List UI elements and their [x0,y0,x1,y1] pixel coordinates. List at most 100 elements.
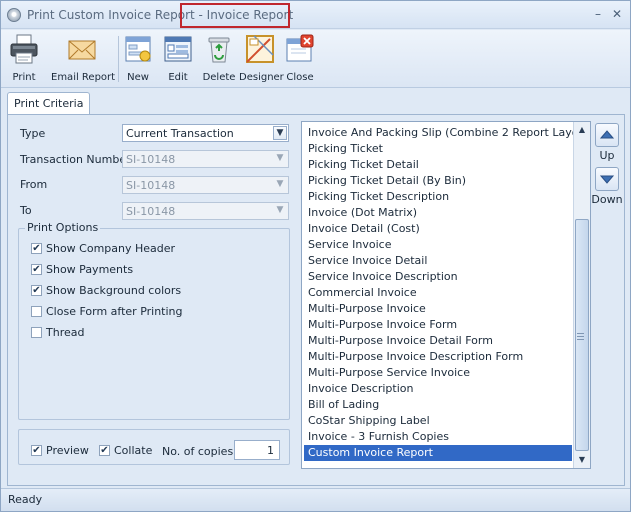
report-list-item[interactable]: Invoice Description [304,381,572,397]
to-label: To [20,204,32,217]
to-value: SI-10148 [126,205,176,218]
checkbox[interactable] [31,327,42,338]
type-value: Current Transaction [126,127,234,140]
report-list-item[interactable]: Bill of Lading [304,397,572,413]
new-button[interactable]: New [121,33,155,85]
option-label: Close Form after Printing [46,305,183,318]
from-label: From [20,178,48,191]
checkbox[interactable]: ✔ [31,243,42,254]
print-criteria-panel: Type Current Transaction ▼ Transaction N… [7,114,625,486]
type-combo[interactable]: Current Transaction ▼ [122,124,289,142]
checkbox[interactable] [31,306,42,317]
new-label: New [127,72,149,83]
delete-button[interactable]: Delete [201,33,237,85]
report-list-item[interactable]: Picking Ticket Description [304,189,572,205]
checkbox[interactable]: ✔ [31,285,42,296]
checkbox[interactable]: ✔ [31,264,42,275]
report-list-item[interactable]: Invoice (Dot Matrix) [304,205,572,221]
recycle-bin-icon [208,37,230,63]
tab-print-criteria[interactable]: Print Criteria [7,92,91,115]
toolbar: Print Email Report New Edit Delete Desig… [1,30,630,88]
chevron-down-icon[interactable]: ▼ [273,152,287,166]
list-scrollbar[interactable]: ▲ ▼ [573,122,590,468]
envelope-icon [68,40,96,60]
edit-label: Edit [168,72,188,83]
option-label: Show Payments [46,263,134,276]
print-options-title: Print Options [25,221,101,234]
report-list-item[interactable]: Picking Ticket Detail (By Bin) [304,173,572,189]
edit-form-icon [164,36,192,62]
report-list-item[interactable]: Invoice And Packing Slip (Combine 2 Repo… [304,125,590,141]
from-combo[interactable]: SI-10148 ▼ [122,176,289,194]
print-report-window: Print Custom Invoice Report - Invoice Re… [0,0,631,512]
close-label: Close [286,72,314,83]
report-list-item[interactable]: Multi-Purpose Invoice Form [304,317,572,333]
report-list-item[interactable]: Multi-Purpose Invoice Detail Form [304,333,572,349]
minimize-icon[interactable]: – [589,6,607,22]
report-list-item[interactable]: Invoice - 3 Furnish Copies [304,429,572,445]
delete-label: Delete [202,72,236,83]
close-button[interactable]: Close [284,33,316,85]
scroll-up-icon[interactable]: ▲ [574,122,590,138]
title-highlight-box [180,3,290,28]
down-label: Down [591,193,623,206]
toolbar-separator [118,36,119,82]
report-list-item[interactable]: Service Invoice [304,237,572,253]
printer-icon [10,34,38,64]
report-list[interactable]: Invoice And Packing Slip (Combine 2 Repo… [301,121,591,469]
transaction-number-combo[interactable]: SI-10148 ▼ [122,150,289,168]
output-group: ✔ Preview ✔ Collate No. of copies 1 [18,429,290,465]
report-list-item[interactable]: Picking Ticket [304,141,572,157]
email-report-button[interactable]: Email Report [51,33,116,85]
checkbox[interactable]: ✔ [99,445,110,456]
from-value: SI-10148 [126,179,176,192]
designer-icon [246,35,274,63]
copies-input[interactable]: 1 [234,440,280,460]
close-window-icon[interactable]: ✕ [608,6,626,22]
status-text: Ready [8,493,43,506]
collate-label: Collate [114,444,153,457]
chevron-down-icon[interactable]: ▼ [273,126,287,140]
report-list-item[interactable]: Multi-Purpose Invoice Description Form [304,349,572,365]
checkbox[interactable]: ✔ [31,445,42,456]
report-list-item[interactable]: Multi-Purpose Invoice [304,301,572,317]
scroll-down-icon[interactable]: ▼ [574,452,590,468]
transaction-number-value: SI-10148 [126,153,176,166]
report-list-item[interactable]: Multi-Purpose Service Invoice [304,365,572,381]
transaction-number-label: Transaction Number [20,153,131,166]
grip-icon [577,333,584,340]
designer-label: Designer [239,72,284,83]
print-label: Print [12,72,36,83]
status-bar: Ready [1,488,630,511]
print-options-group: Print Options ✔ Show Company Header ✔ Sh… [18,221,290,420]
report-list-item[interactable]: Commercial Invoice [304,285,572,301]
report-list-item[interactable]: CoStar Shipping Label [304,413,572,429]
type-label: Type [20,127,46,140]
move-down-button[interactable] [595,167,619,191]
report-list-item[interactable]: Invoice Detail (Cost) [304,221,572,237]
title-bar: Print Custom Invoice Report - Invoice Re… [1,1,630,29]
report-list-item[interactable]: Service Invoice Detail [304,253,572,269]
option-label: Thread [46,326,85,339]
arrow-up-icon [599,130,615,139]
chevron-down-icon[interactable]: ▼ [273,178,287,192]
new-form-icon [125,36,151,62]
report-list-item[interactable]: Service Invoice Description [304,269,572,285]
report-list-item[interactable]: Custom Invoice Report [304,445,572,461]
edit-button[interactable]: Edit [161,33,195,85]
print-button[interactable]: Print [5,33,43,85]
report-list-item[interactable]: Picking Ticket Detail [304,157,572,173]
app-icon [7,8,21,22]
option-label: Show Background colors [46,284,182,297]
preview-label: Preview [46,444,89,457]
close-form-icon [286,34,314,62]
move-up-button[interactable] [595,123,619,147]
to-combo[interactable]: SI-10148 ▼ [122,202,289,220]
option-label: Show Company Header [46,242,176,255]
arrow-down-icon [599,175,615,184]
up-label: Up [599,149,615,162]
copies-label: No. of copies [162,445,234,458]
chevron-down-icon[interactable]: ▼ [273,204,287,218]
email-report-label: Email Report [51,72,116,83]
designer-button[interactable]: Designer [239,33,284,85]
